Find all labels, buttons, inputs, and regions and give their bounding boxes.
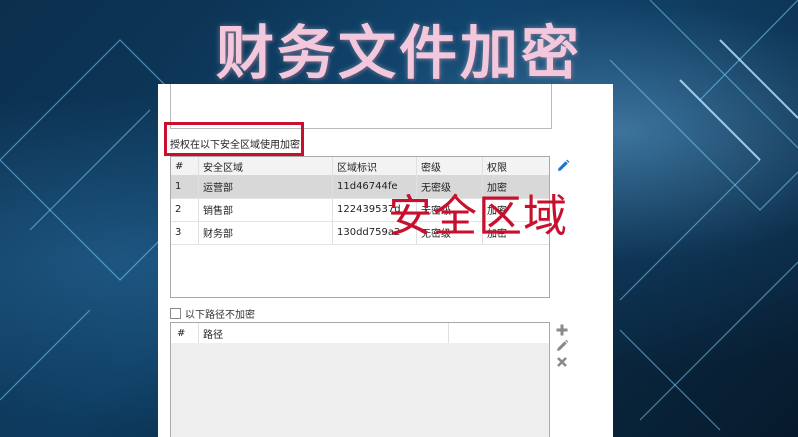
pencil-icon[interactable] xyxy=(555,338,569,352)
zone-table-header: # 安全区域 区域标识 密级 权限 xyxy=(171,157,549,176)
column-header-index: # xyxy=(171,323,199,343)
row-index: 3 xyxy=(171,221,199,244)
pencil-icon[interactable] xyxy=(556,158,570,172)
column-header-zone: 安全区域 xyxy=(199,157,333,175)
zone-name: 运营部 xyxy=(199,175,333,198)
overlay-caption: 安全区域 xyxy=(388,191,568,242)
highlight-box xyxy=(164,122,304,156)
close-icon[interactable] xyxy=(555,354,569,368)
settings-panel: 授权在以下安全区域使用加密: # 安全区域 区域标识 密级 权限 1 运营部 1… xyxy=(158,84,613,437)
column-header-path: 路径 xyxy=(199,323,449,343)
plus-icon[interactable] xyxy=(555,322,569,336)
column-header-permission: 权限 xyxy=(487,162,507,174)
path-toolbar xyxy=(555,322,571,370)
no-encrypt-checkbox[interactable] xyxy=(170,308,181,319)
page-headline: 财务文件加密 xyxy=(215,19,582,87)
row-index: 1 xyxy=(171,175,199,198)
no-encrypt-label: 以下路径不加密 xyxy=(185,310,255,321)
row-index: 2 xyxy=(171,198,199,221)
no-encrypt-checkbox-row[interactable]: 以下路径不加密 xyxy=(170,306,255,321)
column-header-index: # xyxy=(171,157,199,175)
column-header-id: 区域标识 xyxy=(333,157,417,175)
path-table: # 路径 xyxy=(170,322,550,437)
column-header-level: 密级 xyxy=(417,157,483,175)
zone-name: 财务部 xyxy=(199,221,333,244)
path-table-header: # 路径 xyxy=(171,323,549,343)
zone-name: 销售部 xyxy=(199,198,333,221)
